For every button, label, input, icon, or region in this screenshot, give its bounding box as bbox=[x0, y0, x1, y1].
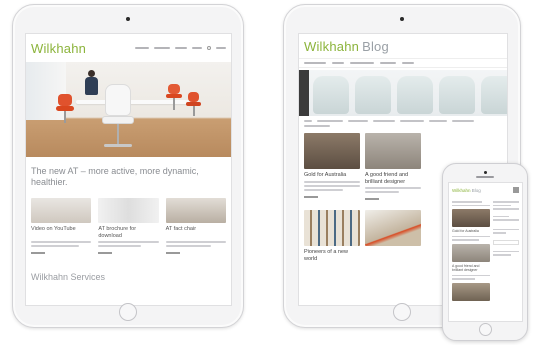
site-header: Wilkhahn bbox=[26, 34, 231, 62]
post-title[interactable]: A good friend and brilliant designer bbox=[452, 264, 490, 273]
menu-icon[interactable] bbox=[513, 189, 519, 191]
teaser-thumbnail bbox=[165, 198, 226, 223]
post-image bbox=[365, 210, 421, 246]
home-button[interactable] bbox=[393, 303, 411, 321]
category-link[interactable] bbox=[304, 120, 312, 122]
nav-item[interactable] bbox=[192, 47, 202, 49]
read-more-link[interactable] bbox=[98, 252, 113, 254]
phone-sidebar bbox=[493, 199, 519, 301]
category-link[interactable] bbox=[400, 120, 424, 122]
post-image[interactable] bbox=[452, 243, 490, 262]
nav-item[interactable] bbox=[135, 47, 149, 49]
category-link[interactable] bbox=[304, 125, 330, 127]
category-list bbox=[299, 116, 507, 131]
brand-logo[interactable]: Wilkhahn bbox=[31, 41, 86, 56]
main-nav bbox=[135, 46, 226, 50]
category-link[interactable] bbox=[373, 120, 395, 122]
phone-blog-body: Gold for Australia A good friend and bri… bbox=[449, 197, 522, 303]
teaser-thumbnail bbox=[31, 198, 92, 223]
home-button[interactable] bbox=[119, 303, 137, 321]
page-headline: The new AT – more active, more dynamic, … bbox=[31, 166, 199, 187]
read-more-link[interactable] bbox=[31, 252, 45, 254]
nav-item[interactable] bbox=[154, 47, 170, 49]
teaser-title: AT fact chair bbox=[165, 226, 197, 232]
nav-item[interactable] bbox=[175, 47, 187, 49]
hero-chair-orange bbox=[56, 94, 76, 124]
services-heading: Wilkhahn Services bbox=[31, 272, 106, 282]
blog-nav bbox=[299, 58, 507, 68]
tablet-left-screen: Wilkhahn The new AT – more active, more … bbox=[25, 33, 232, 306]
blog-post[interactable]: A good friend and brilliant designer bbox=[365, 133, 421, 200]
hero-chair-orange bbox=[166, 84, 184, 112]
search-input[interactable] bbox=[493, 239, 519, 245]
search-icon[interactable] bbox=[207, 46, 211, 50]
read-more-link[interactable] bbox=[165, 252, 180, 254]
teaser-cards: Video on YouTube AT brochure for downloa… bbox=[26, 194, 231, 258]
phone-blog-logo[interactable]: Wilkhahn Blog bbox=[452, 188, 481, 193]
tablet-left: Wilkhahn The new AT – more active, more … bbox=[12, 4, 244, 328]
read-more-link[interactable] bbox=[365, 198, 379, 200]
post-image[interactable] bbox=[452, 209, 490, 227]
blog-hero-image bbox=[299, 70, 507, 116]
category-link[interactable] bbox=[452, 120, 474, 122]
post-image bbox=[304, 133, 360, 169]
teaser-card[interactable]: Video on YouTube bbox=[31, 198, 92, 254]
phone-blog-header: Wilkhahn Blog bbox=[449, 183, 522, 197]
category-link[interactable] bbox=[348, 120, 368, 122]
teaser-card[interactable]: AT fact chair bbox=[165, 198, 226, 254]
teaser-title: Video on YouTube bbox=[31, 226, 76, 232]
hero-chair-white bbox=[102, 84, 136, 154]
blog-header: Wilkhahn Blog bbox=[299, 34, 507, 58]
post-image[interactable] bbox=[452, 282, 490, 301]
post-title: A good friend and brilliant designer bbox=[365, 172, 409, 185]
nav-item[interactable] bbox=[350, 62, 374, 64]
phone-camera bbox=[483, 171, 487, 174]
blog-post[interactable] bbox=[365, 210, 421, 262]
teaser-thumbnail bbox=[98, 198, 159, 223]
post-image bbox=[365, 133, 421, 169]
nav-item[interactable] bbox=[380, 62, 396, 64]
read-more-link[interactable] bbox=[304, 195, 318, 198]
post-image bbox=[304, 210, 360, 246]
nav-item[interactable] bbox=[216, 47, 226, 49]
phone-screen: Wilkhahn Blog Gold for Australia A good … bbox=[448, 182, 523, 322]
post-title[interactable]: Gold for Australia bbox=[452, 229, 490, 234]
smartphone: Wilkhahn Blog Gold for Australia A good … bbox=[442, 163, 528, 341]
hero-image bbox=[26, 62, 231, 157]
nav-item[interactable] bbox=[402, 62, 414, 64]
nav-item[interactable] bbox=[332, 62, 344, 64]
nav-item[interactable] bbox=[304, 62, 326, 64]
home-button[interactable] bbox=[478, 323, 492, 336]
category-link[interactable] bbox=[317, 120, 343, 122]
phone-post-column: Gold for Australia A good friend and bri… bbox=[452, 199, 490, 301]
hero-chair-orange bbox=[186, 92, 202, 118]
blog-post[interactable]: Pioneers of a new world bbox=[304, 210, 360, 262]
device-showcase: Wilkhahn The new AT – more active, more … bbox=[0, 0, 534, 345]
tablet-camera bbox=[400, 17, 404, 21]
blog-logo[interactable]: Wilkhahn Blog bbox=[304, 39, 389, 54]
hero-person bbox=[84, 70, 98, 104]
teaser-card[interactable]: AT brochure for download bbox=[98, 198, 159, 254]
category-link[interactable] bbox=[429, 120, 447, 122]
phone-speaker bbox=[476, 176, 494, 178]
tablet-camera bbox=[126, 17, 130, 21]
post-title: Gold for Australia bbox=[304, 172, 347, 178]
teaser-title: AT brochure for download bbox=[98, 226, 137, 239]
post-title: Pioneers of a new world bbox=[304, 249, 349, 262]
blog-post[interactable]: Gold for Australia bbox=[304, 133, 360, 200]
